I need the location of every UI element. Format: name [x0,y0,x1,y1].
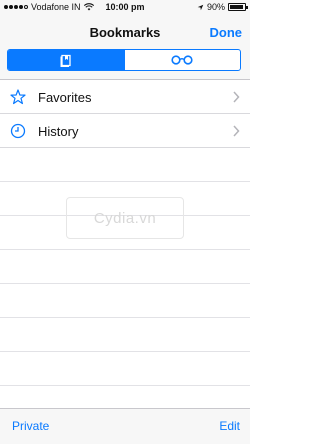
empty-list-row [0,352,250,386]
empty-list-row [0,318,250,352]
status-right: 90% [197,2,248,12]
list-item-label: Favorites [38,90,92,105]
book-icon [60,54,71,67]
list-item-label: History [38,124,79,139]
empty-rows [0,148,250,420]
location-arrow-icon [197,4,204,10]
empty-list-row [0,148,250,182]
done-button[interactable]: Done [210,25,243,40]
edit-button[interactable]: Edit [219,419,240,433]
battery-icon [228,3,248,11]
bookmarks-list: Favorites History [0,80,250,420]
status-bar: Vodafone IN 10:00 pm 90% [0,0,250,16]
reading-list-segment[interactable] [123,50,241,70]
clock-icon [10,123,26,139]
navigation-bar: Bookmarks Done [0,16,250,47]
chevron-right-icon [233,91,240,103]
empty-list-row [0,250,250,284]
list-item-favorites[interactable]: Favorites [0,80,250,114]
battery-fill [230,5,243,9]
bookmarks-segment[interactable] [8,50,124,70]
star-icon [10,89,26,105]
battery-percentage: 90% [206,2,225,12]
chevron-right-icon [233,125,240,137]
private-button[interactable]: Private [12,419,49,433]
empty-list-row [0,284,250,318]
segmented-control [7,49,241,71]
reading-list-glasses-icon [171,55,193,65]
bottom-toolbar: Private Edit [0,408,250,444]
list-item-history[interactable]: History [0,114,250,148]
watermark: Cydia.vn [66,197,184,239]
